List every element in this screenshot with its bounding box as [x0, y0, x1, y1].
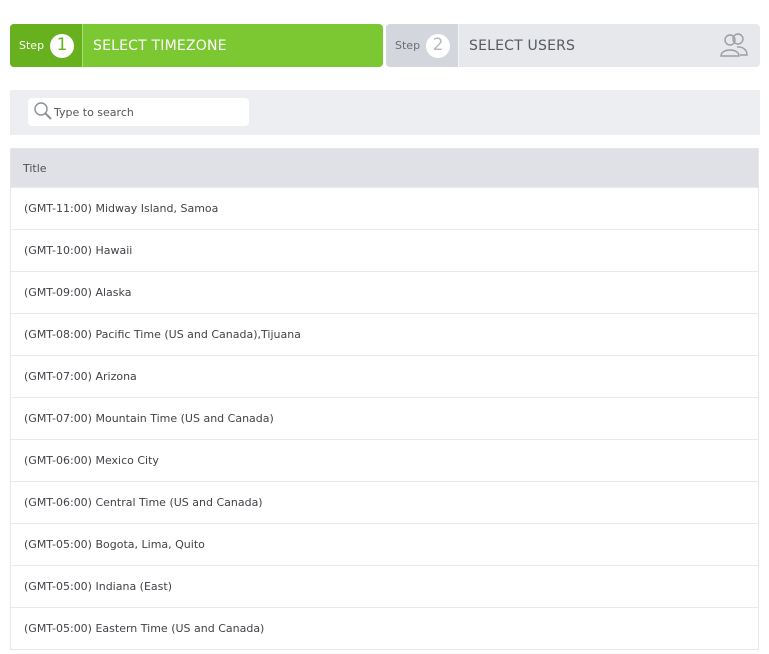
step-divider: [458, 24, 459, 67]
step-word: Step: [19, 39, 45, 52]
step-title: SELECT USERS: [469, 37, 576, 54]
step-badge: Step 1: [10, 24, 82, 67]
table-row[interactable]: (GMT-07:00) Mountain Time (US and Canada…: [11, 397, 758, 439]
table-row[interactable]: (GMT-08:00) Pacific Time (US and Canada)…: [11, 313, 758, 355]
table-row[interactable]: (GMT-05:00) Eastern Time (US and Canada): [11, 607, 758, 649]
table-row[interactable]: (GMT-07:00) Arizona: [11, 355, 758, 397]
table-row[interactable]: (GMT-06:00) Central Time (US and Canada): [11, 481, 758, 523]
column-header-title[interactable]: Title: [11, 149, 758, 187]
step-number: 1: [50, 33, 75, 58]
step-divider: [82, 24, 83, 67]
step-select-users[interactable]: Step 2 SELECT USERS: [386, 24, 760, 67]
search-bar: [10, 90, 760, 135]
table-row[interactable]: (GMT-06:00) Mexico City: [11, 439, 758, 481]
timezone-table: Title (GMT-11:00) Midway Island, Samoa (…: [10, 148, 759, 650]
step-word: Step: [395, 39, 421, 52]
step-title: SELECT TIMEZONE: [93, 37, 227, 54]
table-row[interactable]: (GMT-11:00) Midway Island, Samoa: [11, 187, 758, 229]
step-select-timezone[interactable]: Step 1 SELECT TIMEZONE: [10, 24, 383, 67]
table-row[interactable]: (GMT-05:00) Indiana (East): [11, 565, 758, 607]
table-row[interactable]: (GMT-10:00) Hawaii: [11, 229, 758, 271]
table-row[interactable]: (GMT-05:00) Bogota, Lima, Quito: [11, 523, 758, 565]
users-icon: [720, 33, 748, 57]
wizard-steps: Step 1 SELECT TIMEZONE Step 2 SELECT USE…: [10, 24, 760, 67]
table-row[interactable]: (GMT-09:00) Alaska: [11, 271, 758, 313]
step-badge: Step 2: [386, 24, 458, 67]
step-number: 2: [426, 33, 451, 58]
search-icon: [34, 102, 52, 120]
search-box[interactable]: [28, 98, 249, 126]
search-input[interactable]: [54, 98, 244, 126]
